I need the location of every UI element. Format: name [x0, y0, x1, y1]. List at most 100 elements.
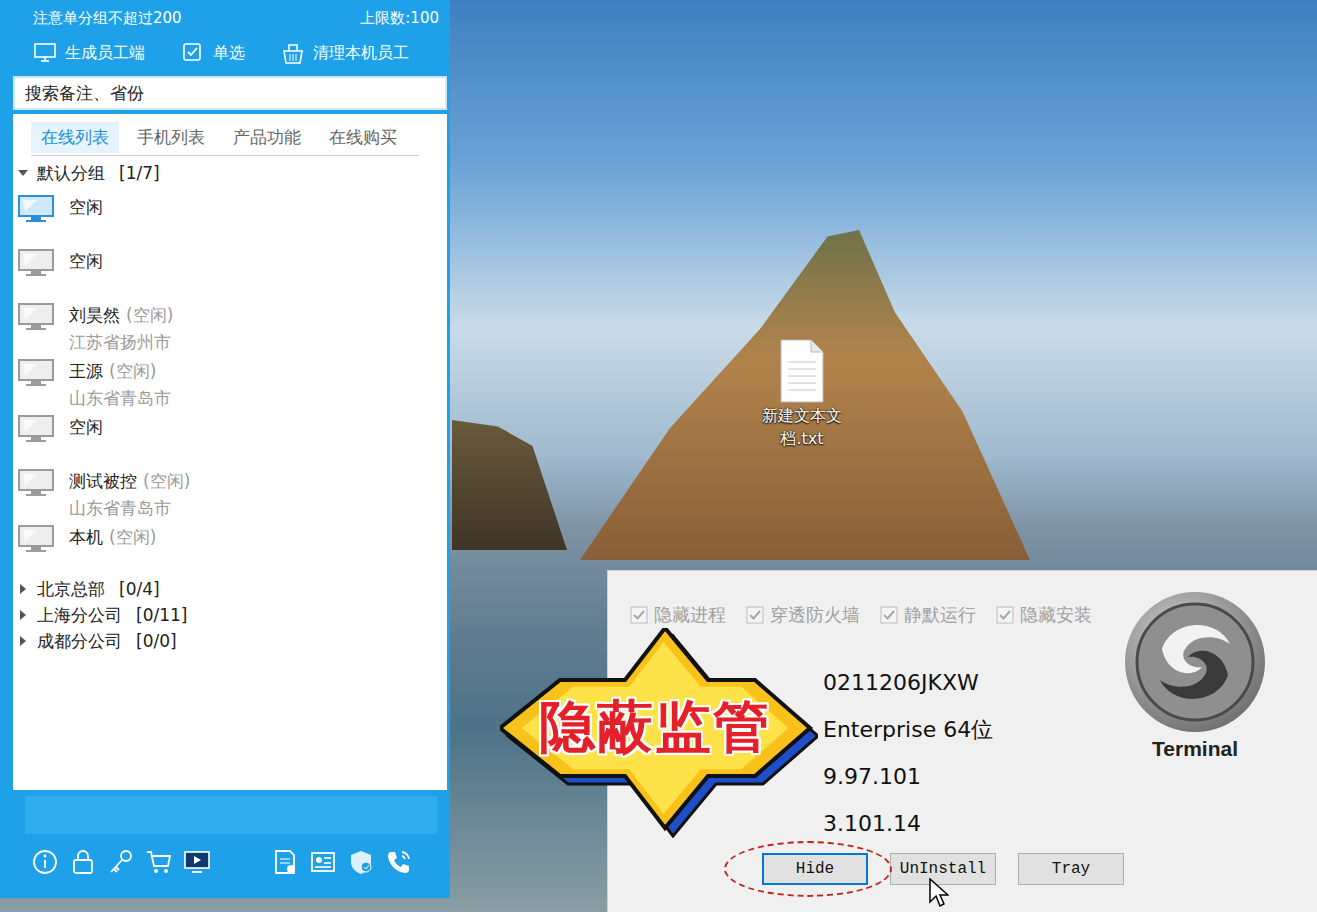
- device-text: 空闲: [69, 414, 103, 466]
- group-count: [0/4]: [119, 579, 160, 599]
- key-icon[interactable]: [107, 848, 135, 876]
- device-name[interactable]: 王源: [69, 361, 103, 381]
- group-name[interactable]: 北京总部: [37, 578, 105, 601]
- expanded-arrow-icon[interactable]: [17, 167, 29, 179]
- group-row[interactable]: 成都分公司 [0/0]: [17, 628, 447, 654]
- toolbar-label[interactable]: 单选: [213, 43, 245, 64]
- collapsed-arrow-icon[interactable]: [17, 583, 29, 595]
- search-field[interactable]: [13, 76, 447, 110]
- option-label: 隐藏安装: [1020, 603, 1092, 627]
- monitor-icon[interactable]: [33, 41, 57, 65]
- promo-badge: 隐蔽监管: [500, 628, 818, 838]
- desktop-file-label[interactable]: 新建文本文档.txt: [754, 404, 850, 450]
- option-label: 穿透防火墙: [770, 603, 860, 627]
- toolbar-button[interactable]: 生成员工端: [33, 41, 145, 65]
- dialog-button[interactable]: Tray: [1018, 853, 1124, 885]
- device-name[interactable]: 空闲: [69, 197, 103, 217]
- screen-icon[interactable]: [183, 848, 211, 876]
- device-name[interactable]: 本机: [69, 527, 103, 547]
- dialog-button[interactable]: UnInstall: [890, 853, 996, 885]
- id-card-icon[interactable]: [309, 848, 337, 876]
- document-icon[interactable]: [271, 848, 299, 876]
- device-row[interactable]: 空闲: [17, 412, 447, 466]
- badge-text: 隐蔽监管: [500, 628, 810, 828]
- device-text: 刘昊然(空闲)江苏省扬州市: [69, 302, 173, 356]
- group-row[interactable]: 北京总部 [0/4]: [17, 576, 447, 602]
- option-checkbox: 静默运行: [880, 603, 976, 627]
- toolbar-label[interactable]: 生成员工端: [65, 43, 145, 64]
- toolbar: 生成员工端 单选 清理本机员工: [33, 30, 439, 76]
- lock-icon[interactable]: [69, 848, 97, 876]
- checkbox-icon[interactable]: [181, 41, 205, 65]
- group-count: [1/7]: [119, 163, 160, 183]
- tab[interactable]: 产品功能: [223, 122, 311, 153]
- group-name[interactable]: 上海分公司: [37, 604, 122, 627]
- highlight-ellipse: [724, 841, 892, 897]
- info-line: 9.97.101: [823, 753, 993, 800]
- device-text: 空闲: [69, 194, 103, 246]
- cart-icon[interactable]: [145, 848, 173, 876]
- device-row[interactable]: 测试被控(空闲)山东省青岛市: [17, 466, 447, 522]
- device-name-line: 本机(空闲): [69, 524, 156, 551]
- message-bar: [25, 796, 437, 834]
- collapsed-arrow-icon[interactable]: [17, 635, 29, 647]
- text-file-icon[interactable]: [777, 338, 827, 404]
- device-name-line: 空闲: [69, 248, 103, 275]
- device-status: (空闲): [109, 361, 156, 381]
- search-input[interactable]: [15, 79, 445, 107]
- device-name[interactable]: 空闲: [69, 417, 103, 437]
- cursor-arrow-icon: [929, 878, 949, 908]
- option-row: 隐藏进程 穿透防火墙静默运行 隐藏安装: [630, 603, 1092, 627]
- product-logo: Terminal: [1120, 589, 1270, 761]
- option-checkbox: 隐藏安装: [996, 603, 1092, 627]
- computer-icon[interactable]: [17, 358, 55, 388]
- device-row[interactable]: 刘昊然(空闲)江苏省扬州市: [17, 300, 447, 356]
- device-name[interactable]: 刘昊然: [69, 305, 120, 325]
- dialog-button[interactable]: Hide: [762, 853, 868, 885]
- collapsed-arrow-icon[interactable]: [17, 609, 29, 621]
- monitor-panel: 注意单分组不超过200上限数:100生成员工端单选清理本机员工在线列表手机列表产…: [0, 0, 450, 898]
- device-text: 空闲: [69, 248, 103, 300]
- tab[interactable]: 手机列表: [127, 122, 215, 153]
- footer-toolbar: [25, 848, 437, 876]
- toolbar-button[interactable]: 清理本机员工: [281, 41, 409, 65]
- group-name[interactable]: 默认分组: [37, 162, 105, 185]
- button-row: Hide UnInstall Tray: [762, 853, 1124, 885]
- computer-icon[interactable]: [17, 414, 55, 444]
- option-checkbox: 隐藏进程: [630, 603, 726, 627]
- machine-info: 0211206JKXWEnterprise 64位9.97.1013.101.1…: [823, 659, 993, 847]
- device-list-panel: 在线列表手机列表产品功能在线购买默认分组[1/7]空闲空闲刘昊然(空闲)江苏省扬…: [13, 114, 447, 790]
- desktop-file[interactable]: 新建文本文档.txt: [752, 338, 852, 450]
- device-text: 王源(空闲)山东省青岛市: [69, 358, 171, 412]
- info-icon[interactable]: [31, 848, 59, 876]
- basket-icon[interactable]: [281, 41, 305, 65]
- swirl-logo-icon: [1122, 589, 1268, 735]
- computer-icon[interactable]: [17, 524, 55, 554]
- security-icon[interactable]: [347, 848, 375, 876]
- device-row[interactable]: 空闲: [17, 246, 447, 300]
- computer-icon[interactable]: [17, 468, 55, 498]
- info-line: 3.101.14: [823, 800, 993, 847]
- computer-icon[interactable]: [17, 302, 55, 332]
- group-row[interactable]: 默认分组 [1/7]: [17, 160, 447, 186]
- phone-icon[interactable]: [385, 848, 413, 876]
- device-row[interactable]: 空闲: [17, 192, 447, 246]
- device-row[interactable]: 本机(空闲): [17, 522, 447, 576]
- device-name-line: 空闲: [69, 414, 103, 441]
- computer-icon[interactable]: [17, 248, 55, 278]
- toolbar-button[interactable]: 单选: [181, 41, 245, 65]
- tab[interactable]: 在线列表: [31, 122, 119, 153]
- group-count: [0/0]: [136, 631, 177, 651]
- computer-icon[interactable]: [17, 194, 55, 224]
- device-tree: 默认分组[1/7]空闲空闲刘昊然(空闲)江苏省扬州市王源(空闲)山东省青岛市空闲…: [13, 156, 447, 654]
- device-row[interactable]: 王源(空闲)山东省青岛市: [17, 356, 447, 412]
- device-name[interactable]: 测试被控: [69, 471, 137, 491]
- group-row[interactable]: 上海分公司 [0/11]: [17, 602, 447, 628]
- tab[interactable]: 在线购买: [319, 122, 407, 153]
- group-count: [0/11]: [136, 605, 187, 625]
- mouse-cursor: [929, 878, 949, 912]
- toolbar-label[interactable]: 清理本机员工: [313, 43, 409, 64]
- device-name[interactable]: 空闲: [69, 251, 103, 271]
- option-label: 隐藏进程: [654, 603, 726, 627]
- group-name[interactable]: 成都分公司: [37, 630, 122, 653]
